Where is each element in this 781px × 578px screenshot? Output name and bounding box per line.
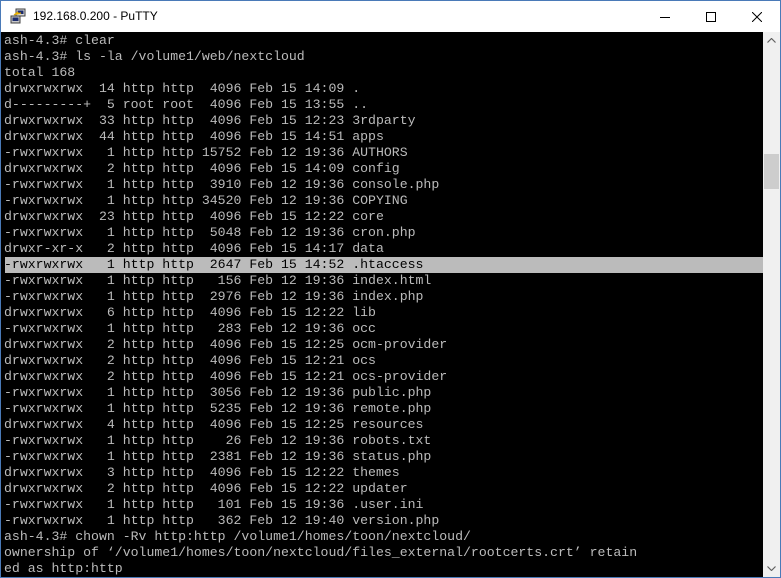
terminal-line: d---------+ 5 root root 4096 Feb 15 13:5… <box>4 97 369 112</box>
terminal-line: drwxrwxrwx 6 http http 4096 Feb 15 12:22… <box>4 305 376 320</box>
window-title: 192.168.0.200 - PuTTY <box>33 9 158 23</box>
terminal-line: -rwxrwxrwx 1 http http 156 Feb 12 19:36 … <box>4 273 432 288</box>
terminal-line: ash-4.3# clear <box>4 33 115 48</box>
minimize-icon <box>660 12 670 22</box>
terminal-line: -rwxrwxrwx 1 http http 15752 Feb 12 19:3… <box>4 145 408 160</box>
terminal-line: drwxr-xr-x 2 http http 4096 Feb 15 14:17… <box>4 241 384 256</box>
terminal-line: -rwxrwxrwx 1 http http 283 Feb 12 19:36 … <box>4 321 376 336</box>
terminal-line: -rwxrwxrwx 1 http http 3910 Feb 12 19:36… <box>4 177 440 192</box>
terminal-line: drwxrwxrwx 2 http http 4096 Feb 15 12:21… <box>4 353 376 368</box>
title-bar[interactable]: 192.168.0.200 - PuTTY <box>1 1 780 32</box>
maximize-icon <box>706 11 716 22</box>
terminal-line: -rwxrwxrwx 1 http http 5235 Feb 12 19:36… <box>4 401 432 416</box>
terminal-line: drwxrwxrwx 23 http http 4096 Feb 15 12:2… <box>4 209 384 224</box>
scroll-down-arrow-icon[interactable] <box>763 560 780 577</box>
terminal-output[interactable]: ash-4.3# clear ash-4.3# ls -la /volume1/w… <box>1 32 763 577</box>
scroll-up-arrow-icon[interactable] <box>763 32 780 49</box>
terminal-line: drwxrwxrwx 33 http http 4096 Feb 15 12:2… <box>4 113 416 128</box>
terminal-line: -rwxrwxrwx 1 http http 2976 Feb 12 19:36… <box>4 289 424 304</box>
terminal-line: -rwxrwxrwx 1 http http 5048 Feb 12 19:36… <box>4 225 416 240</box>
terminal-line: -rwxrwxrwx 1 http http 3056 Feb 12 19:36… <box>4 385 432 400</box>
putty-icon[interactable] <box>10 8 26 24</box>
terminal-line: -rwxrwxrwx 1 http http 2381 Feb 12 19:36… <box>4 449 432 464</box>
terminal-line: drwxrwxrwx 2 http http 4096 Feb 15 12:22… <box>4 481 408 496</box>
scrollbar-thumb[interactable] <box>764 154 779 189</box>
terminal-line: ash-4.3# ls -la /volume1/web/nextcloud <box>4 49 305 64</box>
terminal-line: ownership of ‘/volume1/homes/toon/nextcl… <box>4 545 638 560</box>
terminal-line: drwxrwxrwx 2 http http 4096 Feb 15 12:21… <box>4 369 448 384</box>
terminal-line: ed as http:http <box>4 561 123 576</box>
terminal-line: -rwxrwxrwx 1 http http 26 Feb 12 19:36 r… <box>4 433 432 448</box>
terminal-line: ash-4.3# chown -Rv http:http /volume1/ho… <box>4 529 471 544</box>
terminal-line: -rwxrwxrwx 1 http http 34520 Feb 12 19:3… <box>4 193 408 208</box>
terminal-line: total 168 <box>4 65 76 80</box>
terminal-line: drwxrwxrwx 14 http http 4096 Feb 15 14:0… <box>4 81 361 96</box>
close-button[interactable] <box>734 1 780 32</box>
close-icon <box>752 11 762 22</box>
terminal-line: -rwxrwxrwx 1 http http 362 Feb 12 19:40 … <box>4 513 440 528</box>
terminal-line: drwxrwxrwx 2 http http 4096 Feb 15 14:09… <box>4 161 400 176</box>
terminal-line: drwxrwxrwx 2 http http 4096 Feb 15 12:25… <box>4 337 448 352</box>
terminal-line: drwxrwxrwx 3 http http 4096 Feb 15 12:22… <box>4 465 400 480</box>
putty-window: 192.168.0.200 - PuTTY ash-4.3# clear ash-… <box>0 0 781 578</box>
vertical-scrollbar[interactable] <box>763 32 780 577</box>
terminal-line: drwxrwxrwx 44 http http 4096 Feb 15 14:5… <box>4 129 384 144</box>
maximize-button[interactable] <box>688 1 734 32</box>
minimize-button[interactable] <box>642 1 688 32</box>
terminal-line: -rwxrwxrwx 1 http http 101 Feb 15 19:36 … <box>4 497 424 512</box>
terminal-line: -rwxrwxrwx 1 http http 2647 Feb 15 14:52… <box>4 257 424 272</box>
terminal-line: drwxrwxrwx 4 http http 4096 Feb 15 12:25… <box>4 417 424 432</box>
